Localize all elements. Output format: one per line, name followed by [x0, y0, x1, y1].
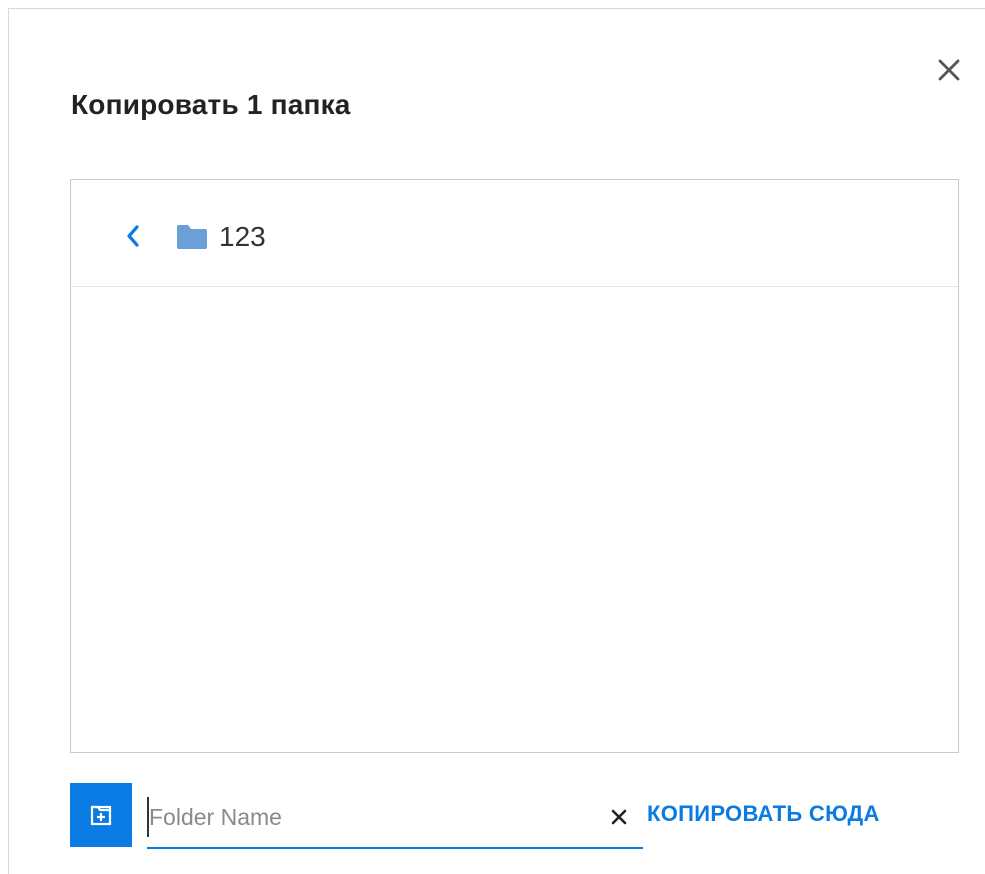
- new-folder-button[interactable]: [70, 783, 132, 847]
- folder-name-input[interactable]: [147, 797, 579, 837]
- copy-dialog: Копировать 1 папка 123 КОПИРО: [8, 8, 985, 874]
- new-folder-icon: [90, 805, 112, 826]
- close-button[interactable]: [933, 54, 965, 86]
- folder-browser-header: 123: [71, 180, 958, 287]
- back-button[interactable]: [121, 224, 145, 248]
- chevron-left-icon: [127, 225, 139, 247]
- folder-icon: [177, 225, 207, 249]
- close-icon: [938, 59, 960, 81]
- folder-name-field: [147, 787, 643, 849]
- dialog-title: Копировать 1 папка: [71, 89, 351, 120]
- copy-here-button[interactable]: КОПИРОВАТЬ СЮДА: [647, 801, 880, 827]
- current-folder-name[interactable]: 123: [219, 221, 266, 253]
- clear-input-button[interactable]: [605, 801, 633, 833]
- folder-browser: 123: [70, 179, 959, 753]
- clear-icon: [611, 809, 627, 825]
